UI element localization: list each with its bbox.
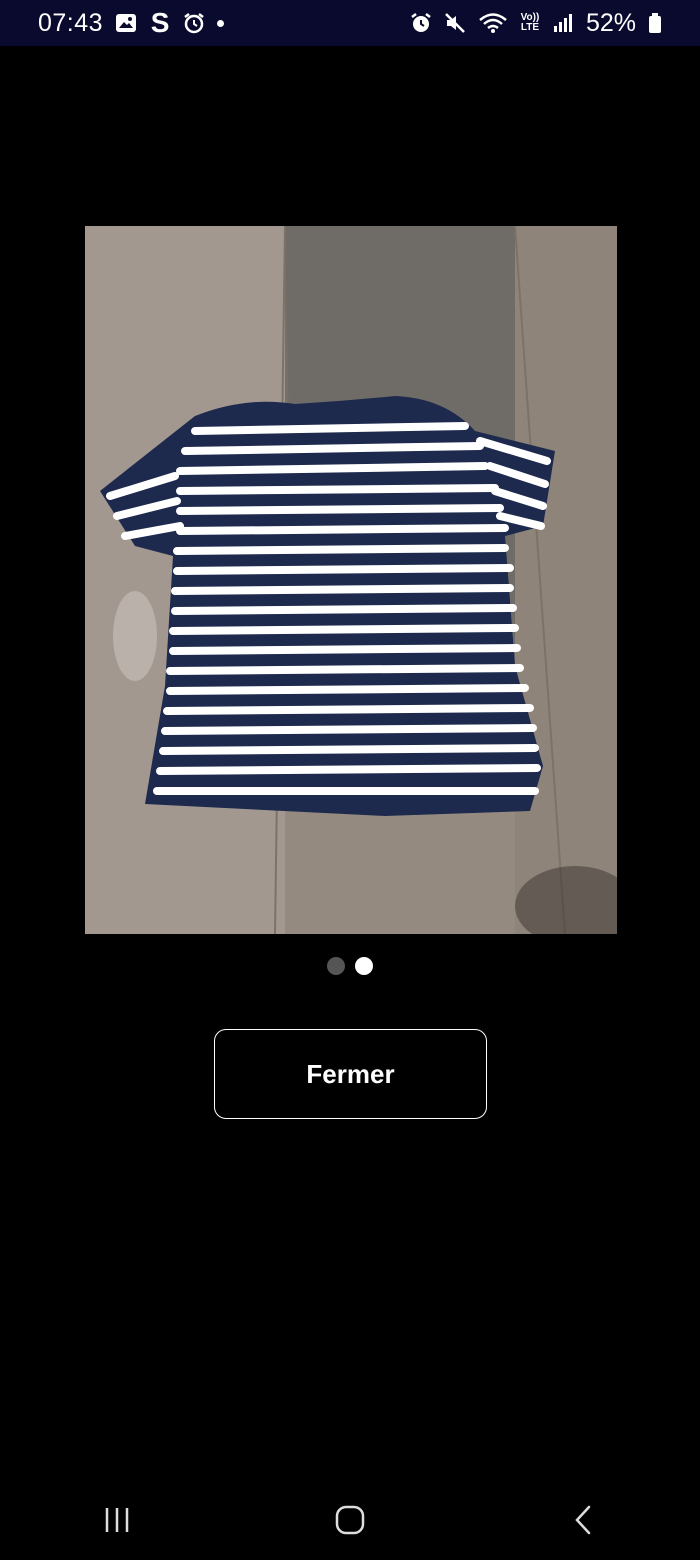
status-bar-right: Vo)) LTE 52%: [410, 9, 662, 38]
pager-dot-2-active[interactable]: [355, 957, 373, 975]
alarm-icon: [183, 12, 205, 34]
image-pager: [0, 956, 700, 976]
clock: 07:43: [38, 8, 104, 37]
close-button[interactable]: Fermer: [214, 1029, 487, 1119]
battery-icon: [648, 12, 662, 34]
s-app-icon: S: [150, 7, 170, 38]
signal-icon: [552, 12, 574, 34]
alarm-icon: [410, 12, 432, 34]
notification-dot: [217, 19, 225, 27]
status-bar: 07:43 S Vo)) LTE 52%: [0, 0, 700, 46]
battery-percent: 52%: [585, 8, 636, 37]
wifi-icon: [478, 12, 508, 34]
navigation-bar: [0, 1480, 700, 1560]
volte-label-bottom: LTE: [520, 22, 540, 33]
striped-tshirt-photo: [85, 226, 617, 934]
recent-apps-icon[interactable]: [77, 1490, 157, 1550]
product-photo[interactable]: [85, 226, 617, 934]
volte-icon: Vo)) LTE: [520, 12, 540, 34]
gallery-icon: [115, 12, 137, 34]
back-icon[interactable]: [543, 1490, 623, 1550]
status-bar-left: 07:43 S: [38, 7, 225, 38]
mute-icon: [444, 12, 466, 34]
pager-dot-1[interactable]: [327, 957, 345, 975]
home-icon[interactable]: [310, 1490, 390, 1550]
